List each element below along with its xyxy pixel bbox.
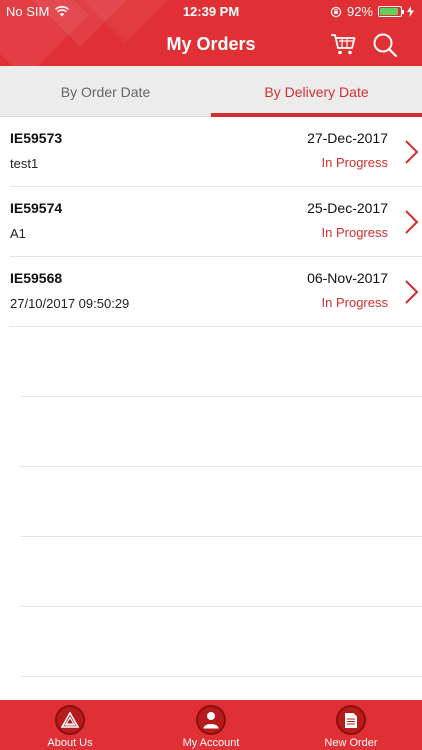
order-id: IE59574	[10, 200, 63, 216]
chevron-right-icon	[405, 210, 419, 234]
tab-by-delivery-date[interactable]: By Delivery Date	[211, 66, 422, 117]
tab-by-order-date[interactable]: By Order Date	[0, 66, 211, 117]
nav-my-account[interactable]: My Account	[141, 700, 281, 750]
empty-row-divider	[20, 327, 422, 397]
battery-icon	[378, 6, 404, 17]
my-account-badge	[196, 705, 226, 735]
logo-icon	[61, 712, 79, 728]
cart-icon	[331, 34, 356, 55]
order-status: In Progress	[321, 155, 388, 170]
search-button[interactable]	[372, 32, 398, 58]
orders-list: IE59573 test1 27-Dec-2017 In Progress IE…	[0, 117, 422, 677]
empty-row-divider	[20, 467, 422, 537]
battery-fill	[380, 8, 399, 15]
order-row[interactable]: IE59568 27/10/2017 09:50:29 06-Nov-2017 …	[10, 257, 422, 327]
user-icon	[203, 712, 219, 729]
empty-row-divider	[20, 607, 422, 677]
tab-bar: By Order Date By Delivery Date	[0, 66, 422, 117]
order-status: In Progress	[321, 225, 388, 240]
cart-button[interactable]	[330, 32, 356, 56]
nav-new-order[interactable]: New Order	[281, 700, 421, 750]
new-order-badge	[336, 705, 366, 735]
orientation-lock-icon	[330, 6, 342, 17]
nav-label: New Order	[324, 737, 378, 749]
order-description: test1	[10, 156, 39, 171]
search-icon	[373, 33, 398, 58]
order-description: 27/10/2017 09:50:29	[10, 296, 130, 311]
document-icon	[345, 712, 357, 728]
order-row[interactable]: IE59574 A1 25-Dec-2017 In Progress	[10, 187, 422, 257]
bottom-nav: About Us My Account New Order	[0, 700, 422, 750]
empty-row-divider	[20, 537, 422, 607]
nav-label: About Us	[47, 737, 93, 749]
charging-icon	[407, 6, 414, 17]
status-right: 92%	[330, 4, 414, 19]
status-bar: No SIM 12:39 PM 92%	[0, 0, 422, 22]
empty-row-divider	[20, 397, 422, 467]
order-date: 27-Dec-2017	[307, 130, 388, 146]
order-row[interactable]: IE59573 test1 27-Dec-2017 In Progress	[10, 117, 422, 187]
tab-label: By Order Date	[60, 83, 151, 100]
order-date: 06-Nov-2017	[307, 270, 388, 286]
order-date: 25-Dec-2017	[307, 200, 388, 216]
order-description: A1	[10, 226, 26, 241]
nav-label: My Account	[182, 737, 240, 749]
tab-label: By Delivery Date	[264, 83, 369, 100]
chevron-right-icon	[405, 280, 419, 304]
battery-percent: 92%	[346, 4, 373, 19]
about-us-badge	[55, 705, 85, 735]
order-status: In Progress	[321, 295, 388, 310]
chevron-right-icon	[405, 140, 419, 164]
nav-about-us[interactable]: About Us	[0, 700, 140, 750]
page-title: My Orders	[166, 34, 256, 54]
order-id: IE59573	[10, 130, 63, 146]
order-id: IE59568	[10, 270, 63, 286]
app-header: No SIM 12:39 PM 92% My Orders	[0, 0, 422, 66]
